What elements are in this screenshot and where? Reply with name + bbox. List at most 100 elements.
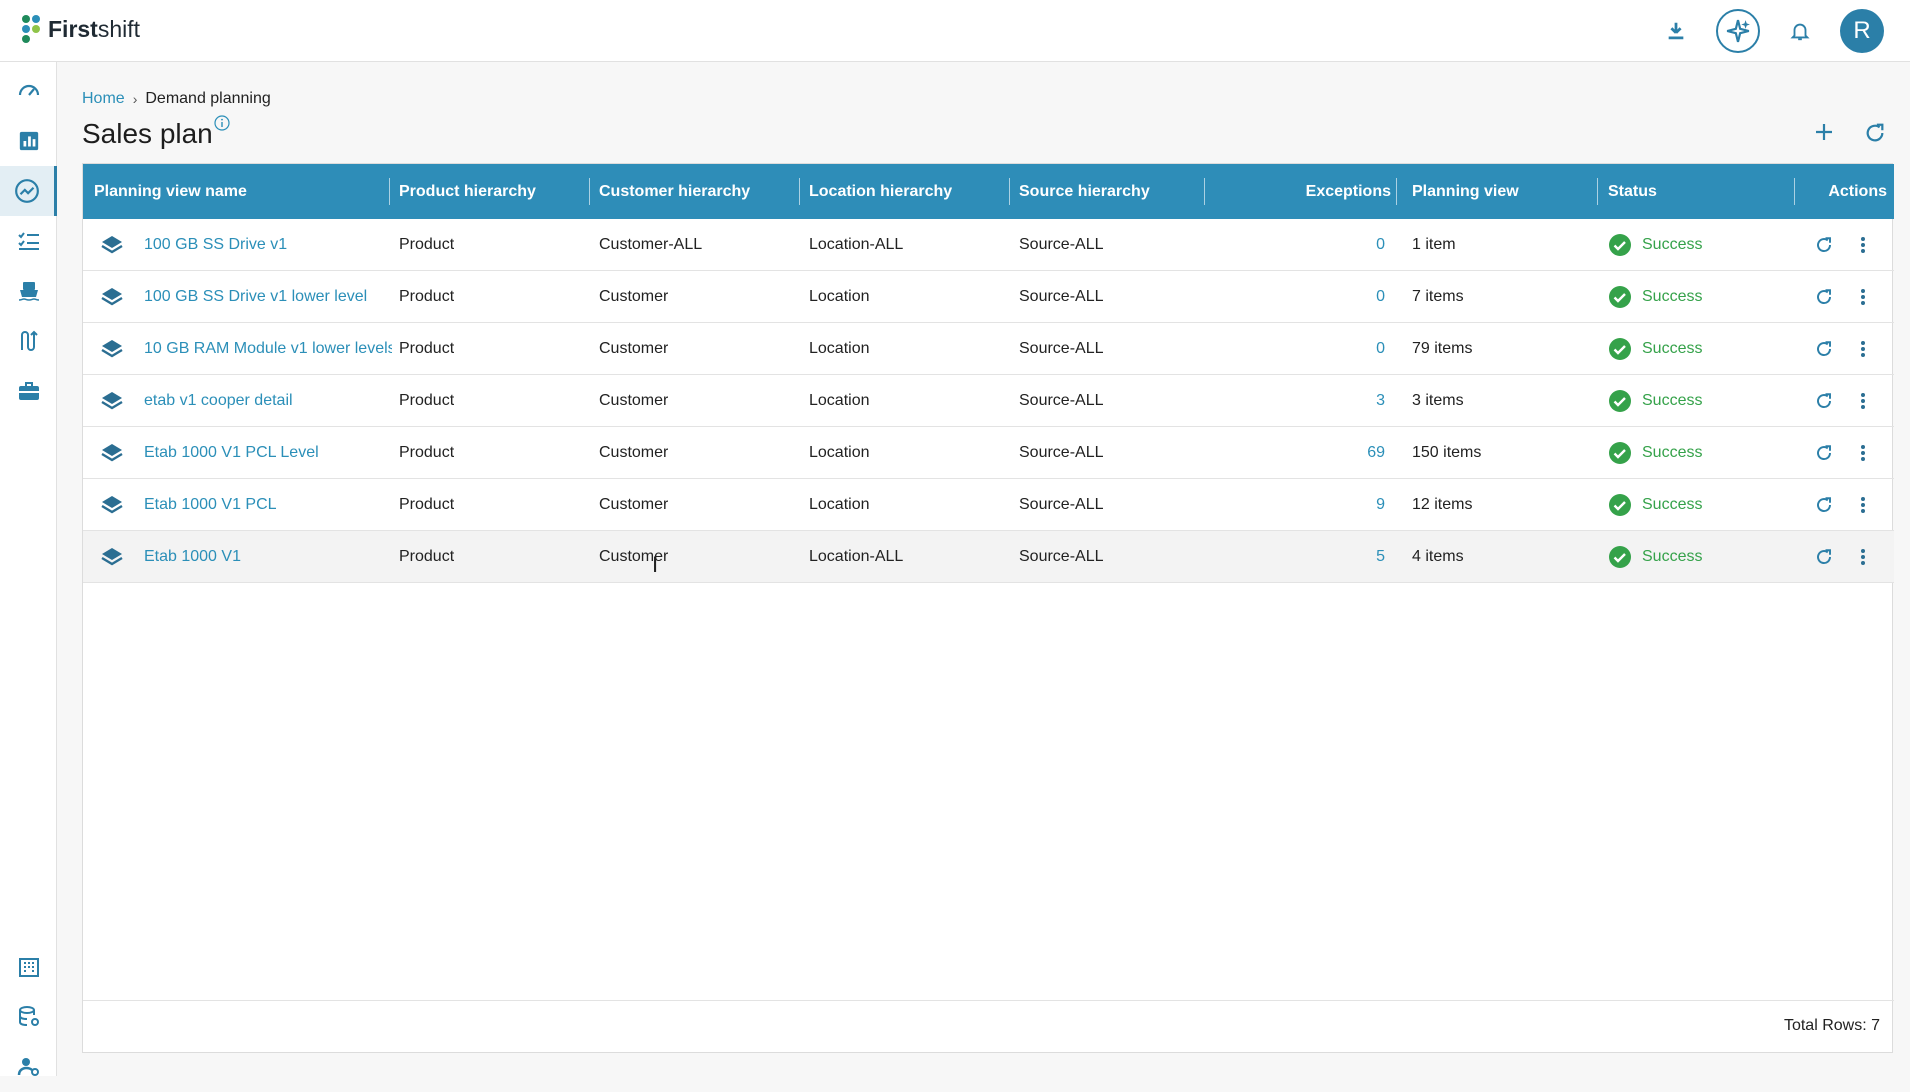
exceptions-link[interactable]: 0 <box>1208 323 1385 375</box>
breadcrumb-separator: › <box>132 91 138 107</box>
column-header-location-hierarchy[interactable]: Location hierarchy <box>809 164 952 219</box>
planning-view-count: 7 items <box>1412 288 1464 305</box>
column-header-planning-view[interactable]: Planning view <box>1412 164 1519 219</box>
table-footer: Total Rows: 7 <box>83 1000 1894 1052</box>
customer-hierarchy-cell: Customer-ALL <box>599 236 703 253</box>
table-row[interactable]: etab v1 cooper detail Product Customer Loca… <box>83 375 1894 427</box>
success-check-icon <box>1608 389 1632 413</box>
planning-view-name-link[interactable]: 100 GB SS Drive v1 <box>144 219 392 271</box>
row-refresh-icon[interactable] <box>1815 375 1833 427</box>
analytics-icon[interactable] <box>0 116 57 166</box>
exceptions-link[interactable]: 0 <box>1208 219 1385 271</box>
flow-icon[interactable] <box>0 316 57 366</box>
status-label: Success <box>1642 340 1703 357</box>
row-more-options-icon[interactable] <box>1860 375 1866 427</box>
table-row[interactable]: 100 GB SS Drive v1 lower level Product Cus… <box>83 271 1894 323</box>
briefcase-icon[interactable] <box>0 366 57 416</box>
column-header-actions: Actions <box>1828 182 1887 200</box>
database-settings-icon[interactable] <box>0 992 57 1042</box>
exceptions-link[interactable]: 0 <box>1208 271 1385 323</box>
row-refresh-icon[interactable] <box>1815 219 1833 271</box>
bell-icon[interactable] <box>1778 9 1822 53</box>
column-header-product-hierarchy[interactable]: Product hierarchy <box>399 164 536 219</box>
table-row[interactable]: 100 GB SS Drive v1 Product Customer-ALL Loc… <box>83 219 1894 271</box>
exceptions-link[interactable]: 3 <box>1208 375 1385 427</box>
planning-view-name-link[interactable]: etab v1 cooper detail <box>144 375 392 427</box>
status-badge: Success <box>1608 323 1702 375</box>
logo-icon <box>22 15 40 43</box>
column-header-planning-view-name[interactable]: Planning view name <box>94 164 247 219</box>
column-header-status[interactable]: Status <box>1608 164 1657 219</box>
success-check-icon <box>1608 545 1632 569</box>
task-list-icon[interactable] <box>0 216 57 266</box>
planning-view-count: 79 items <box>1412 340 1473 357</box>
exceptions-link[interactable]: 69 <box>1208 427 1385 479</box>
exceptions-link[interactable]: 5 <box>1208 531 1385 583</box>
row-refresh-icon[interactable] <box>1815 271 1833 323</box>
shipping-icon[interactable] <box>0 266 57 316</box>
brand-name: Firstshift <box>48 15 141 42</box>
exceptions-link[interactable]: 9 <box>1208 479 1385 531</box>
row-refresh-icon[interactable] <box>1815 479 1833 531</box>
column-header-exceptions[interactable]: Exceptions <box>1208 164 1391 219</box>
customer-hierarchy-cell: Customer <box>599 288 669 305</box>
column-header-customer-hierarchy[interactable]: Customer hierarchy <box>599 164 750 219</box>
breadcrumb: Home › Demand planning <box>82 90 271 108</box>
row-more-options-icon[interactable] <box>1860 271 1866 323</box>
sales-plan-table: Planning view name Product hierarchy Cus… <box>82 163 1894 1053</box>
table-row[interactable]: 10 GB RAM Module v1 lower levels Product C… <box>83 323 1894 375</box>
planning-view-layers-icon <box>100 531 124 583</box>
dashboard-icon[interactable] <box>0 66 57 116</box>
row-refresh-icon[interactable] <box>1815 427 1833 479</box>
planning-view-name-link[interactable]: 10 GB RAM Module v1 lower levels <box>144 323 392 375</box>
planning-view-layers-icon <box>100 219 124 271</box>
row-refresh-icon[interactable] <box>1815 531 1833 583</box>
building-icon[interactable] <box>0 942 57 992</box>
source-hierarchy-cell: Source-ALL <box>1019 288 1104 305</box>
page-title: Sales plan <box>82 118 213 149</box>
planning-view-layers-icon <box>100 271 124 323</box>
row-more-options-icon[interactable] <box>1860 479 1866 531</box>
product-hierarchy-cell: Product <box>399 444 455 461</box>
ai-sparkle-icon[interactable] <box>1716 9 1760 53</box>
user-avatar[interactable]: R <box>1840 9 1884 53</box>
table-row[interactable]: Etab 1000 V1 PCL Product Customer Location S… <box>83 479 1894 531</box>
customer-hierarchy-cell: Customer <box>599 392 669 409</box>
planning-view-name-link[interactable]: 100 GB SS Drive v1 lower level <box>144 271 392 323</box>
row-refresh-icon[interactable] <box>1815 323 1833 375</box>
add-icon[interactable] <box>1814 122 1834 142</box>
status-badge: Success <box>1608 479 1702 531</box>
status-badge: Success <box>1608 531 1702 583</box>
user-settings-icon[interactable] <box>0 1042 57 1092</box>
planning-view-name-link[interactable]: Etab 1000 V1 PCL Level <box>144 427 392 479</box>
firstshift-logo[interactable]: Firstshift <box>20 14 140 44</box>
row-more-options-icon[interactable] <box>1860 323 1866 375</box>
product-hierarchy-cell: Product <box>399 496 455 513</box>
download-icon[interactable] <box>1654 9 1698 53</box>
info-icon[interactable] <box>214 115 230 131</box>
demand-planning-icon[interactable] <box>0 166 57 216</box>
success-check-icon <box>1608 233 1632 257</box>
table-row[interactable]: Etab 1000 V1 PCL Level Product Customer Loc… <box>83 427 1894 479</box>
refresh-icon[interactable] <box>1864 122 1886 144</box>
product-hierarchy-cell: Product <box>399 340 455 357</box>
location-hierarchy-cell: Location <box>809 444 870 461</box>
column-header-source-hierarchy[interactable]: Source hierarchy <box>1019 164 1150 219</box>
status-label: Success <box>1642 548 1703 565</box>
top-bar: Firstshift R <box>0 0 1910 62</box>
location-hierarchy-cell: Location <box>809 392 870 409</box>
table-row[interactable]: Etab 1000 V1 Product Customer Location-ALL S… <box>83 531 1894 583</box>
location-hierarchy-cell: Location <box>809 288 870 305</box>
row-more-options-icon[interactable] <box>1860 219 1866 271</box>
planning-view-name-link[interactable]: Etab 1000 V1 PCL <box>144 479 392 531</box>
row-more-options-icon[interactable] <box>1860 427 1866 479</box>
planning-view-name-link[interactable]: Etab 1000 V1 <box>144 531 392 583</box>
status-badge: Success <box>1608 375 1702 427</box>
row-more-options-icon[interactable] <box>1860 531 1866 583</box>
status-badge: Success <box>1608 271 1702 323</box>
status-label: Success <box>1642 288 1703 305</box>
product-hierarchy-cell: Product <box>399 548 455 565</box>
success-check-icon <box>1608 441 1632 465</box>
customer-hierarchy-cell: Customer <box>599 340 669 357</box>
breadcrumb-home[interactable]: Home <box>82 90 125 108</box>
